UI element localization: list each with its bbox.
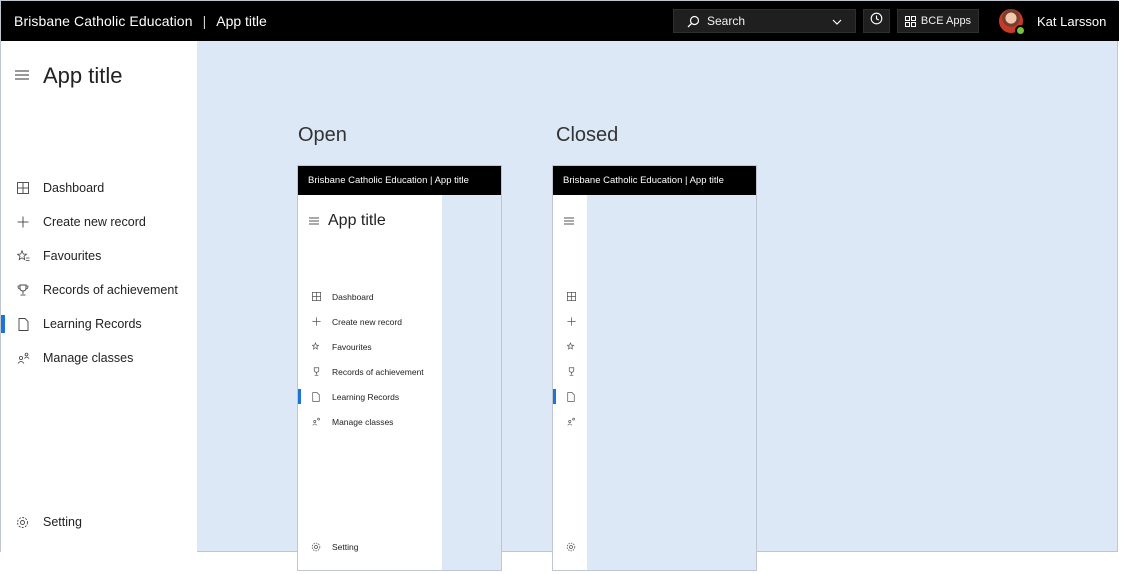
mini-sidebar-open: App title Dashboard Create new record Fa… bbox=[298, 195, 442, 570]
bce-apps-button[interactable]: BCE Apps bbox=[897, 9, 979, 33]
sidebar-item-records-of-achievement[interactable]: Records of achievement bbox=[1, 273, 197, 307]
trophy-icon bbox=[566, 367, 576, 377]
sidebar-header: App title bbox=[15, 63, 123, 89]
header-app-title[interactable]: App title bbox=[216, 13, 267, 29]
sidebar-item-setting[interactable]: Setting bbox=[1, 505, 197, 539]
chevron-down-icon bbox=[831, 15, 843, 27]
document-icon bbox=[16, 317, 30, 331]
mini-item-label: Manage classes bbox=[332, 416, 394, 427]
avatar[interactable] bbox=[999, 9, 1026, 36]
top-bar: Brisbane Catholic Education | App title … bbox=[1, 1, 1119, 41]
mini-item-create-new-record[interactable]: Create new record bbox=[298, 309, 424, 334]
mini-top-bar: Brisbane Catholic Education | App title bbox=[298, 166, 501, 195]
mini-nav-icons bbox=[553, 284, 587, 434]
sidebar: App title Dashboard Create new record Fa… bbox=[1, 41, 197, 552]
setting-label: Setting bbox=[43, 515, 82, 529]
plus-icon bbox=[566, 317, 576, 327]
sidebar-nav: Dashboard Create new record Favourites R… bbox=[1, 171, 197, 375]
people-icon bbox=[566, 417, 576, 427]
mini-top-bar: Brisbane Catholic Education | App title bbox=[553, 166, 756, 195]
star-list-icon bbox=[311, 342, 321, 352]
plus-icon bbox=[311, 317, 321, 327]
sidebar-item-label: Favourites bbox=[43, 249, 102, 263]
mini-sidebar-header bbox=[564, 212, 575, 230]
mini-item-label: Records of achievement bbox=[332, 366, 424, 377]
sidebar-app-title: App title bbox=[43, 63, 123, 88]
sidebar-item-dashboard[interactable]: Dashboard bbox=[1, 171, 197, 205]
document-icon bbox=[566, 391, 576, 402]
dashboard-icon bbox=[16, 181, 30, 195]
star-list-icon bbox=[566, 342, 576, 352]
mini-item-dashboard[interactable]: Dashboard bbox=[298, 284, 424, 309]
gear-icon bbox=[566, 542, 576, 552]
sidebar-item-label: Learning Records bbox=[43, 317, 142, 331]
search-dropdown[interactable]: Search bbox=[673, 9, 856, 33]
mini-setting-label: Setting bbox=[332, 542, 359, 552]
user-name[interactable]: Kat Larsson bbox=[1037, 14, 1106, 29]
trophy-icon bbox=[16, 283, 30, 297]
dashboard-icon bbox=[566, 292, 576, 302]
open-example-window: Brisbane Catholic Education | App title … bbox=[297, 165, 502, 571]
title-separator: | bbox=[202, 13, 207, 29]
mini-item-label: Create new record bbox=[332, 316, 402, 327]
mini-sidebar-closed bbox=[553, 195, 587, 570]
mini-item-setting[interactable] bbox=[553, 537, 587, 557]
mini-item-records-of-achievement[interactable]: Records of achievement bbox=[298, 359, 424, 384]
mini-item-create-new-record[interactable] bbox=[553, 309, 587, 334]
mini-app-title: App title bbox=[328, 212, 386, 229]
sidebar-item-learning-records[interactable]: Learning Records bbox=[1, 307, 197, 341]
search-icon bbox=[687, 14, 701, 28]
mini-item-dashboard[interactable] bbox=[553, 284, 587, 309]
mini-item-favourites[interactable] bbox=[553, 334, 587, 359]
open-section-label: Open bbox=[298, 124, 347, 146]
closed-example-window: Brisbane Catholic Education | App title bbox=[552, 165, 757, 571]
mini-item-label: Dashboard bbox=[332, 291, 374, 302]
mini-bar-title: Brisbane Catholic Education | App title bbox=[308, 175, 469, 186]
sidebar-item-label: Dashboard bbox=[43, 181, 105, 195]
hamburger-menu-icon[interactable] bbox=[564, 212, 575, 230]
mini-item-learning-records[interactable]: Learning Records bbox=[298, 384, 424, 409]
brand-name[interactable]: Brisbane Catholic Education bbox=[1, 13, 193, 29]
bce-apps-label: BCE Apps bbox=[920, 15, 972, 27]
hamburger-menu-icon[interactable] bbox=[309, 212, 320, 230]
people-icon bbox=[16, 351, 30, 365]
sidebar-item-manage-classes[interactable]: Manage classes bbox=[1, 341, 197, 375]
apps-grid-icon bbox=[904, 15, 916, 27]
search-label: Search bbox=[707, 14, 746, 28]
people-icon bbox=[311, 417, 321, 427]
sidebar-item-create-new-record[interactable]: Create new record bbox=[1, 205, 197, 239]
document-icon bbox=[311, 391, 321, 402]
mini-item-manage-classes[interactable]: Manage classes bbox=[298, 409, 424, 434]
sidebar-item-favourites[interactable]: Favourites bbox=[1, 239, 197, 273]
mini-item-manage-classes[interactable] bbox=[553, 409, 587, 434]
mini-item-setting[interactable]: Setting bbox=[298, 537, 358, 557]
hamburger-menu-icon[interactable] bbox=[15, 67, 31, 85]
gear-icon bbox=[16, 515, 30, 529]
mini-item-label: Learning Records bbox=[332, 391, 400, 402]
presence-badge bbox=[1015, 25, 1026, 36]
closed-section-label: Closed bbox=[556, 124, 619, 146]
mini-bar-title: Brisbane Catholic Education | App title bbox=[563, 175, 724, 186]
gear-icon bbox=[311, 542, 321, 552]
star-list-icon bbox=[16, 249, 30, 263]
dashboard-icon bbox=[311, 292, 321, 302]
sidebar-item-label: Manage classes bbox=[43, 351, 134, 365]
mini-item-label: Favourites bbox=[332, 341, 372, 352]
mini-nav: Dashboard Create new record Favourites R… bbox=[298, 284, 424, 434]
sidebar-item-label: Records of achievement bbox=[43, 283, 178, 297]
mini-item-records-of-achievement[interactable] bbox=[553, 359, 587, 384]
mini-sidebar-header: App title bbox=[309, 212, 386, 230]
sidebar-item-label: Create new record bbox=[43, 215, 146, 229]
plus-icon bbox=[16, 215, 30, 229]
trophy-icon bbox=[311, 367, 321, 377]
clock-icon bbox=[870, 12, 883, 30]
mini-item-favourites[interactable]: Favourites bbox=[298, 334, 424, 359]
mini-item-learning-records[interactable] bbox=[553, 384, 587, 409]
history-button[interactable] bbox=[863, 9, 890, 33]
